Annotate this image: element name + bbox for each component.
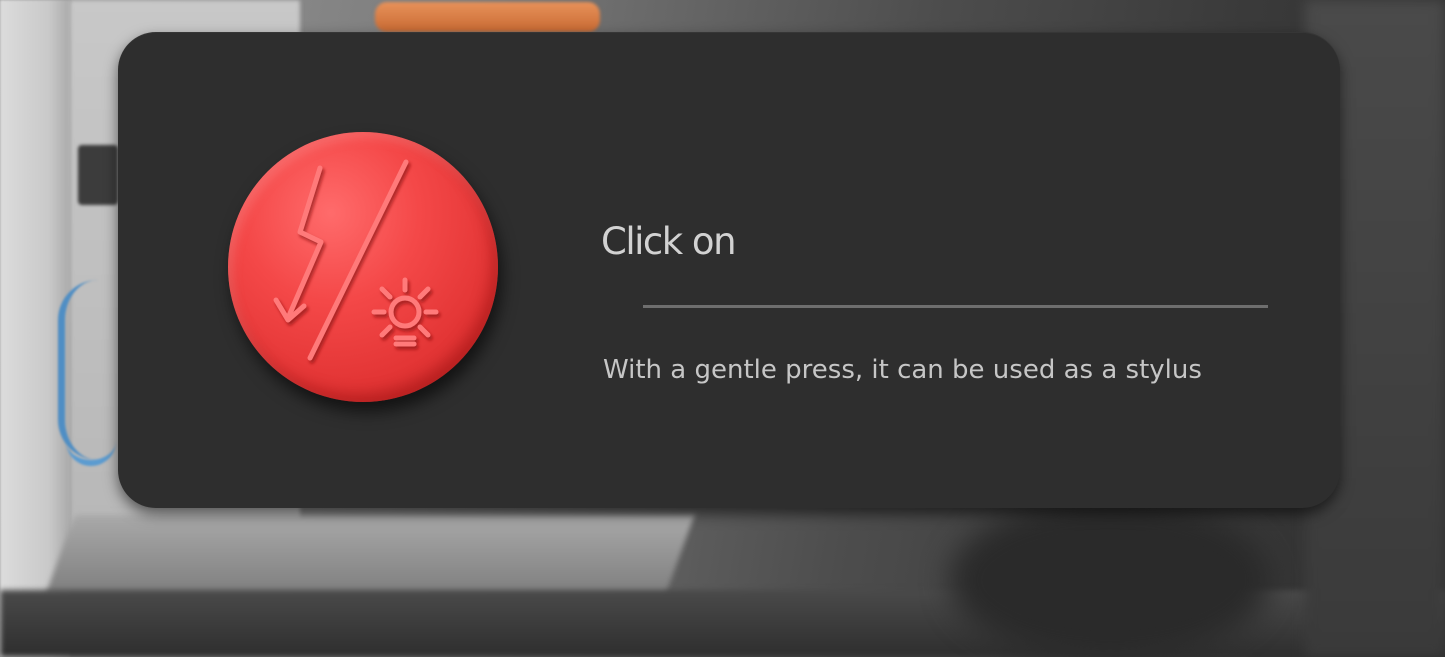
divider xyxy=(643,305,1268,308)
background-orange-connector xyxy=(375,2,600,32)
electrical-hazard-light-icon[interactable] xyxy=(228,132,498,402)
background-shadow xyxy=(950,500,1270,657)
background-photo: Click on With a gentle press, it can be … xyxy=(0,0,1445,657)
badge-symbol-graphic xyxy=(273,159,439,361)
card-title: Click on xyxy=(601,220,737,263)
background-shelf xyxy=(45,515,695,595)
info-card: Click on With a gentle press, it can be … xyxy=(118,32,1340,508)
card-description: With a gentle press, it can be used as a… xyxy=(603,355,1202,385)
background-terminal xyxy=(78,145,118,205)
